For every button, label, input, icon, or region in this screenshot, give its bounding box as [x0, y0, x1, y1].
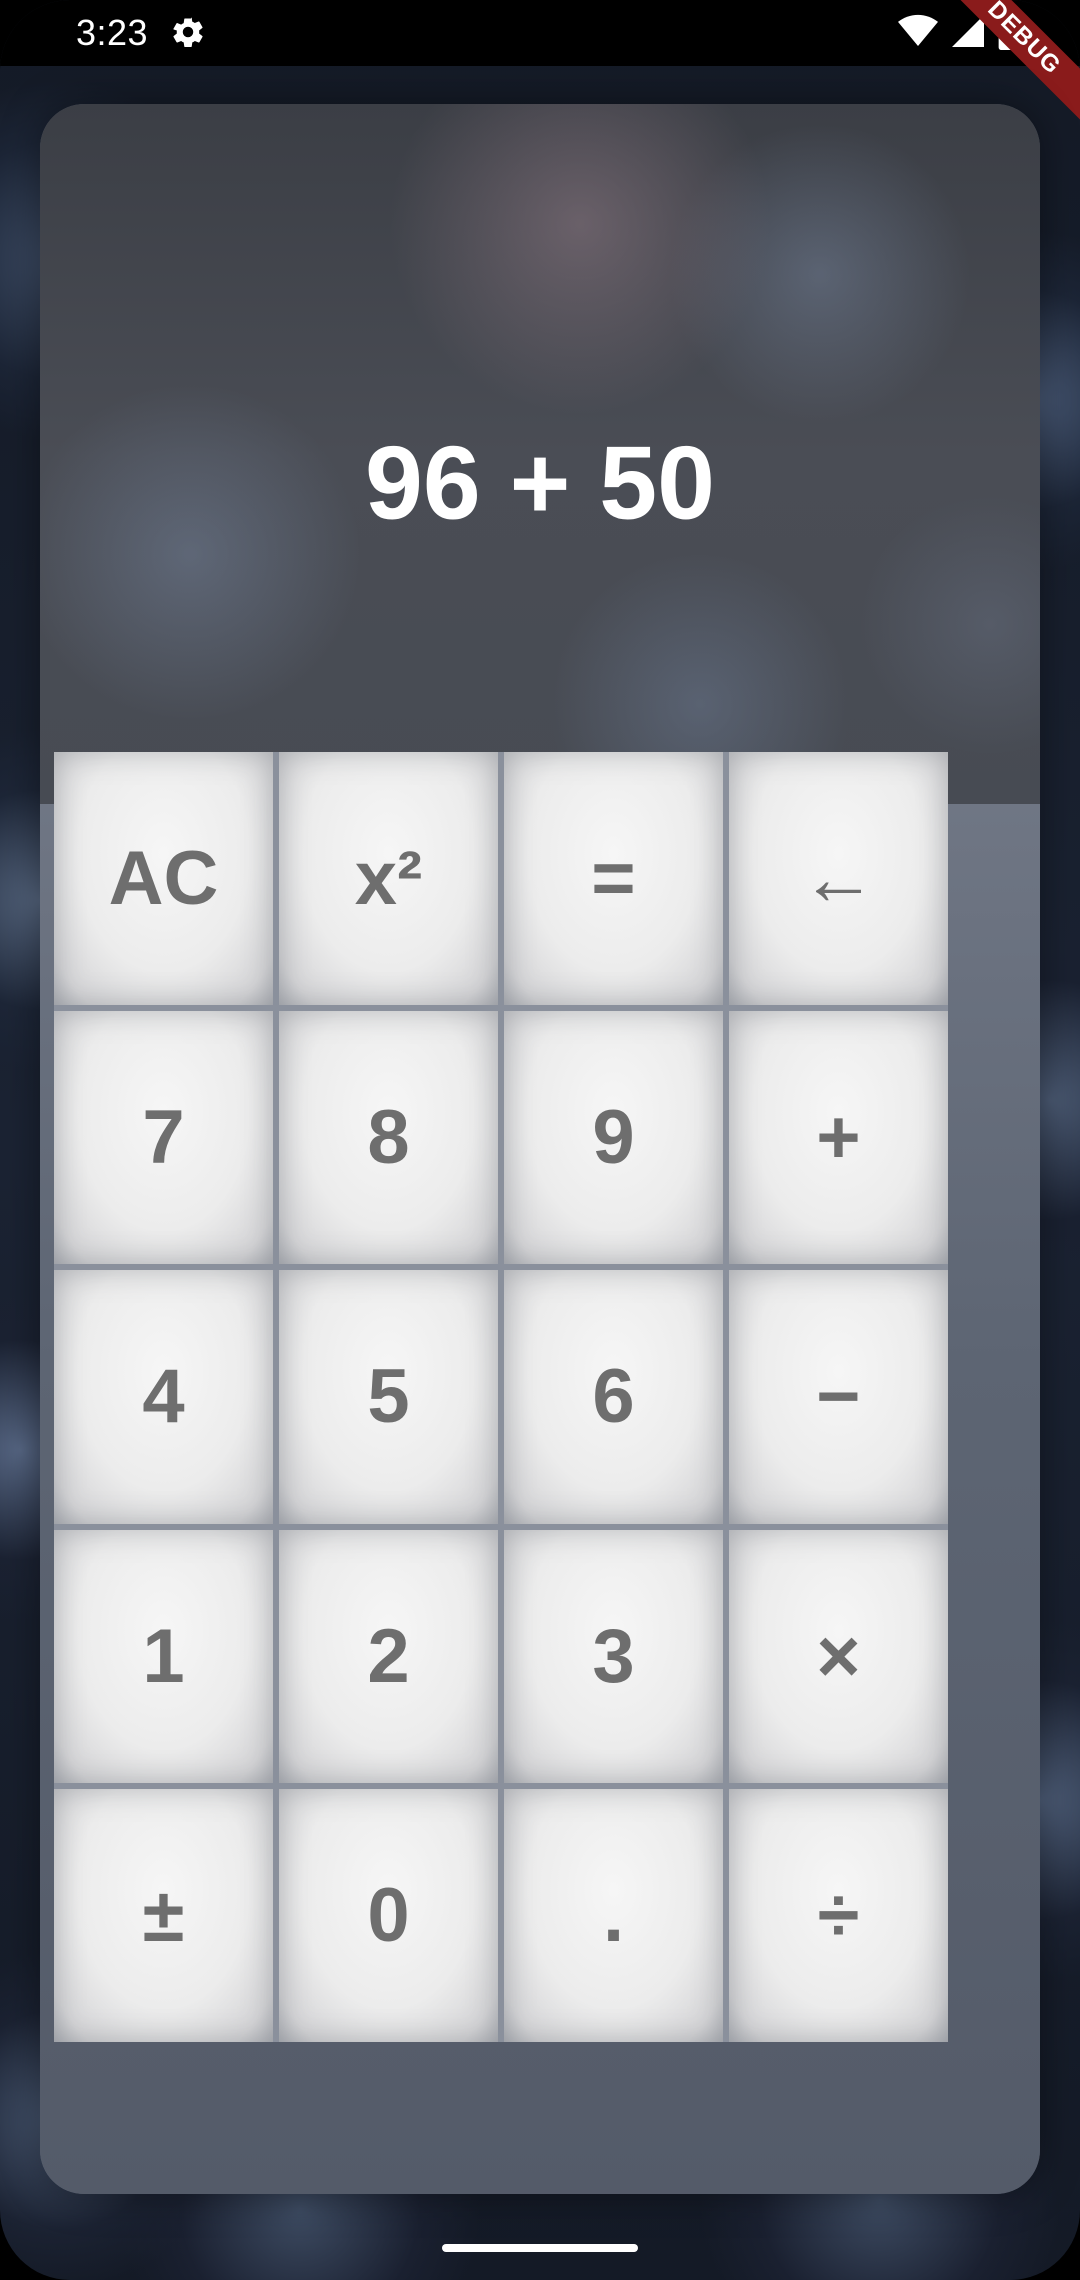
key-minus[interactable]: − [729, 1270, 948, 1524]
key-multiply[interactable]: × [729, 1529, 948, 1783]
key-4[interactable]: 4 [54, 1270, 273, 1524]
key-1[interactable]: 1 [54, 1529, 273, 1783]
keypad: AC x² = ← 7 8 9 + 4 5 6 − 1 2 3 × ± 0 . … [54, 752, 948, 2042]
status-time: 3:23 [76, 12, 149, 53]
key-equals[interactable]: = [504, 752, 723, 1006]
home-indicator[interactable] [442, 2244, 638, 2252]
key-divide[interactable]: ÷ [729, 1788, 948, 2042]
key-6[interactable]: 6 [504, 1270, 723, 1524]
key-2[interactable]: 2 [279, 1529, 498, 1783]
display-expression: 96 + 50 [365, 425, 715, 542]
key-plus-minus[interactable]: ± [54, 1788, 273, 2042]
wifi-icon [898, 14, 938, 53]
key-9[interactable]: 9 [504, 1011, 723, 1265]
key-0[interactable]: 0 [279, 1788, 498, 2042]
app-screen: 3:23 DEBUG 96 + 50 AC x² = ← 7 8 9 + 4 5… [0, 0, 1080, 2280]
display-panel: 96 + 50 [40, 104, 1040, 804]
settings-gear-icon [170, 14, 206, 50]
key-8[interactable]: 8 [279, 1011, 498, 1265]
key-square[interactable]: x² [279, 752, 498, 1006]
key-backspace[interactable]: ← [729, 752, 948, 1006]
key-3[interactable]: 3 [504, 1529, 723, 1783]
key-clear-all[interactable]: AC [54, 752, 273, 1006]
key-decimal[interactable]: . [504, 1788, 723, 2042]
status-bar: 3:23 DEBUG [0, 0, 1080, 129]
key-plus[interactable]: + [729, 1011, 948, 1265]
key-7[interactable]: 7 [54, 1011, 273, 1265]
key-5[interactable]: 5 [279, 1270, 498, 1524]
